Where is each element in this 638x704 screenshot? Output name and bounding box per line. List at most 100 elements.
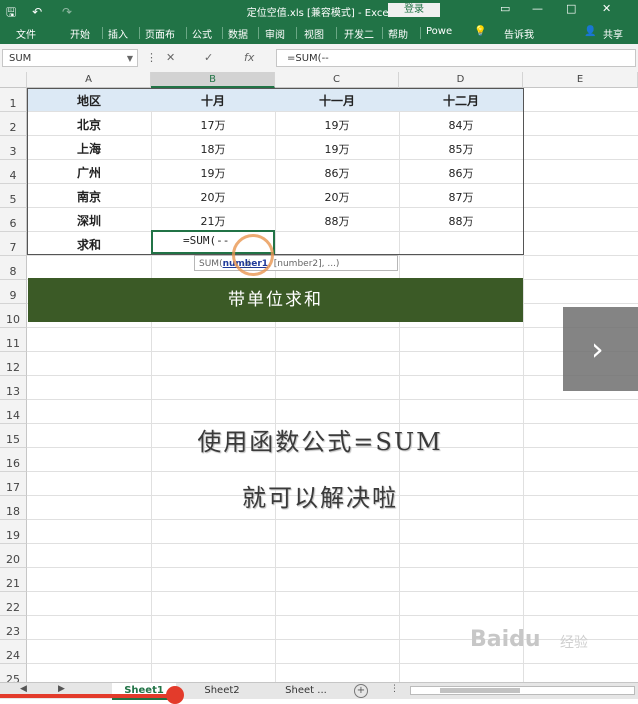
table-cell[interactable]: 84万 — [399, 117, 523, 133]
row-header[interactable]: 4 — [0, 160, 27, 184]
chevron-down-icon[interactable]: ▼ — [127, 50, 133, 68]
more-options-icon[interactable]: ⋮ — [390, 684, 399, 694]
grid-line — [27, 327, 638, 328]
tab-formulas[interactable]: 公式 — [192, 26, 212, 41]
row-header[interactable]: 16 — [0, 448, 27, 472]
table-cell[interactable]: 20万 — [275, 189, 399, 205]
cancel-icon[interactable]: ✕ — [166, 51, 175, 64]
insert-function-icon[interactable]: fx — [244, 51, 254, 64]
row-header[interactable]: 7 — [0, 232, 27, 256]
grid-line — [27, 183, 638, 184]
ribbon-display-icon[interactable]: ▭ — [500, 2, 510, 15]
row-header[interactable]: 24 — [0, 640, 27, 664]
row-header[interactable]: 13 — [0, 376, 27, 400]
table-header-cell[interactable]: 地区 — [27, 92, 151, 109]
table-cell[interactable]: 85万 — [399, 141, 523, 157]
table-header-cell[interactable]: 十月 — [151, 92, 275, 109]
column-header-a[interactable]: A — [27, 72, 151, 88]
scroll-right-icon[interactable]: ▶ — [58, 684, 65, 694]
minimize-button[interactable]: — — [532, 2, 543, 15]
row-header[interactable]: 10 — [0, 304, 27, 328]
row-header[interactable]: 1 — [0, 88, 27, 112]
table-cell[interactable]: 北京 — [27, 116, 151, 133]
sheet-tab-3[interactable]: Sheet ... — [266, 683, 346, 698]
table-cell[interactable]: 86万 — [399, 165, 523, 181]
row-header[interactable]: 12 — [0, 352, 27, 376]
row-header[interactable]: 6 — [0, 208, 27, 232]
table-cell[interactable]: 88万 — [275, 213, 399, 229]
table-cell[interactable]: 21万 — [151, 213, 275, 229]
lightbulb-icon[interactable]: 💡 — [474, 26, 486, 37]
row-header[interactable]: 5 — [0, 184, 27, 208]
share-button[interactable]: 共享 — [603, 26, 623, 41]
add-sheet-icon[interactable]: + — [354, 684, 368, 698]
table-cell[interactable]: 87万 — [399, 189, 523, 205]
grid-line — [27, 591, 638, 592]
table-header-cell[interactable]: 十二月 — [399, 92, 523, 109]
column-header-e[interactable]: E — [523, 72, 638, 88]
video-progress-bar[interactable] — [0, 694, 175, 698]
name-box[interactable]: SUM ▼ — [2, 49, 138, 67]
table-cell[interactable]: 上海 — [27, 140, 151, 157]
enter-icon[interactable]: ✓ — [204, 51, 213, 64]
table-cell[interactable]: 19万 — [151, 165, 275, 181]
tab-home[interactable]: 开始 — [70, 26, 90, 41]
row-header[interactable]: 25 — [0, 664, 27, 682]
tab-view[interactable]: 视图 — [304, 26, 324, 41]
sum-label-cell[interactable]: 求和 — [27, 236, 151, 253]
table-cell[interactable]: 18万 — [151, 141, 275, 157]
table-cell[interactable]: 88万 — [399, 213, 523, 229]
row-header[interactable]: 18 — [0, 496, 27, 520]
table-cell[interactable]: 19万 — [275, 141, 399, 157]
tab-review[interactable]: 审阅 — [265, 26, 285, 41]
table-header-cell[interactable]: 十一月 — [275, 92, 399, 109]
login-button[interactable]: 登录 — [388, 3, 440, 17]
row-header[interactable]: 11 — [0, 328, 27, 352]
ribbon-separator — [222, 27, 223, 39]
row-header[interactable]: 8 — [0, 256, 27, 280]
formula-input[interactable]: =SUM(-- — [276, 49, 636, 67]
scroll-left-icon[interactable]: ◀ — [20, 684, 27, 694]
tab-data[interactable]: 数据 — [228, 26, 248, 41]
tab-file[interactable]: 文件 — [16, 26, 36, 41]
worksheet-grid[interactable]: A B C D E 1 2 3 4 5 6 7 8 9 10 11 12 13 14 15 16 17 18 19 2… — [0, 72, 638, 682]
sheet-tab-2[interactable]: Sheet2 — [190, 683, 254, 698]
tell-me-search[interactable]: 告诉我 — [504, 26, 534, 41]
chevron-right-icon[interactable]: › — [591, 330, 604, 368]
table-cell[interactable]: 20万 — [151, 189, 275, 205]
table-cell[interactable]: 广州 — [27, 164, 151, 181]
row-header[interactable]: 14 — [0, 400, 27, 424]
column-header-b[interactable]: B — [151, 72, 275, 88]
grid-line — [27, 615, 638, 616]
tab-help[interactable]: 帮助 — [388, 26, 408, 41]
table-cell[interactable]: 19万 — [275, 117, 399, 133]
select-all-corner[interactable] — [0, 72, 27, 88]
row-header[interactable]: 17 — [0, 472, 27, 496]
table-cell[interactable]: 86万 — [275, 165, 399, 181]
close-button[interactable]: ✕ — [602, 2, 611, 15]
maximize-button[interactable]: □ — [566, 2, 576, 15]
table-cell[interactable]: 17万 — [151, 117, 275, 133]
row-header[interactable]: 15 — [0, 424, 27, 448]
tab-power[interactable]: Powe — [426, 26, 452, 37]
tab-page-layout[interactable]: 页面布 — [145, 26, 175, 41]
row-header[interactable]: 20 — [0, 544, 27, 568]
click-highlight-ring — [232, 234, 274, 276]
column-header-c[interactable]: C — [275, 72, 399, 88]
row-header[interactable]: 22 — [0, 592, 27, 616]
row-header[interactable]: 3 — [0, 136, 27, 160]
row-header[interactable]: 23 — [0, 616, 27, 640]
row-header[interactable]: 9 — [0, 280, 27, 304]
video-progress-handle[interactable] — [166, 686, 184, 704]
row-header[interactable]: 2 — [0, 112, 27, 136]
row-header[interactable]: 19 — [0, 520, 27, 544]
column-header-d[interactable]: D — [399, 72, 523, 88]
tab-developer[interactable]: 开发二 — [344, 26, 374, 41]
row-header[interactable]: 21 — [0, 568, 27, 592]
scrollbar-thumb[interactable] — [440, 688, 520, 693]
table-cell[interactable]: 南京 — [27, 188, 151, 205]
table-cell[interactable]: 深圳 — [27, 212, 151, 229]
person-icon[interactable]: 👤 — [584, 26, 596, 37]
tab-insert[interactable]: 插入 — [108, 26, 128, 41]
function-tooltip[interactable]: SUM(number1, [number2], ...) — [194, 255, 398, 271]
